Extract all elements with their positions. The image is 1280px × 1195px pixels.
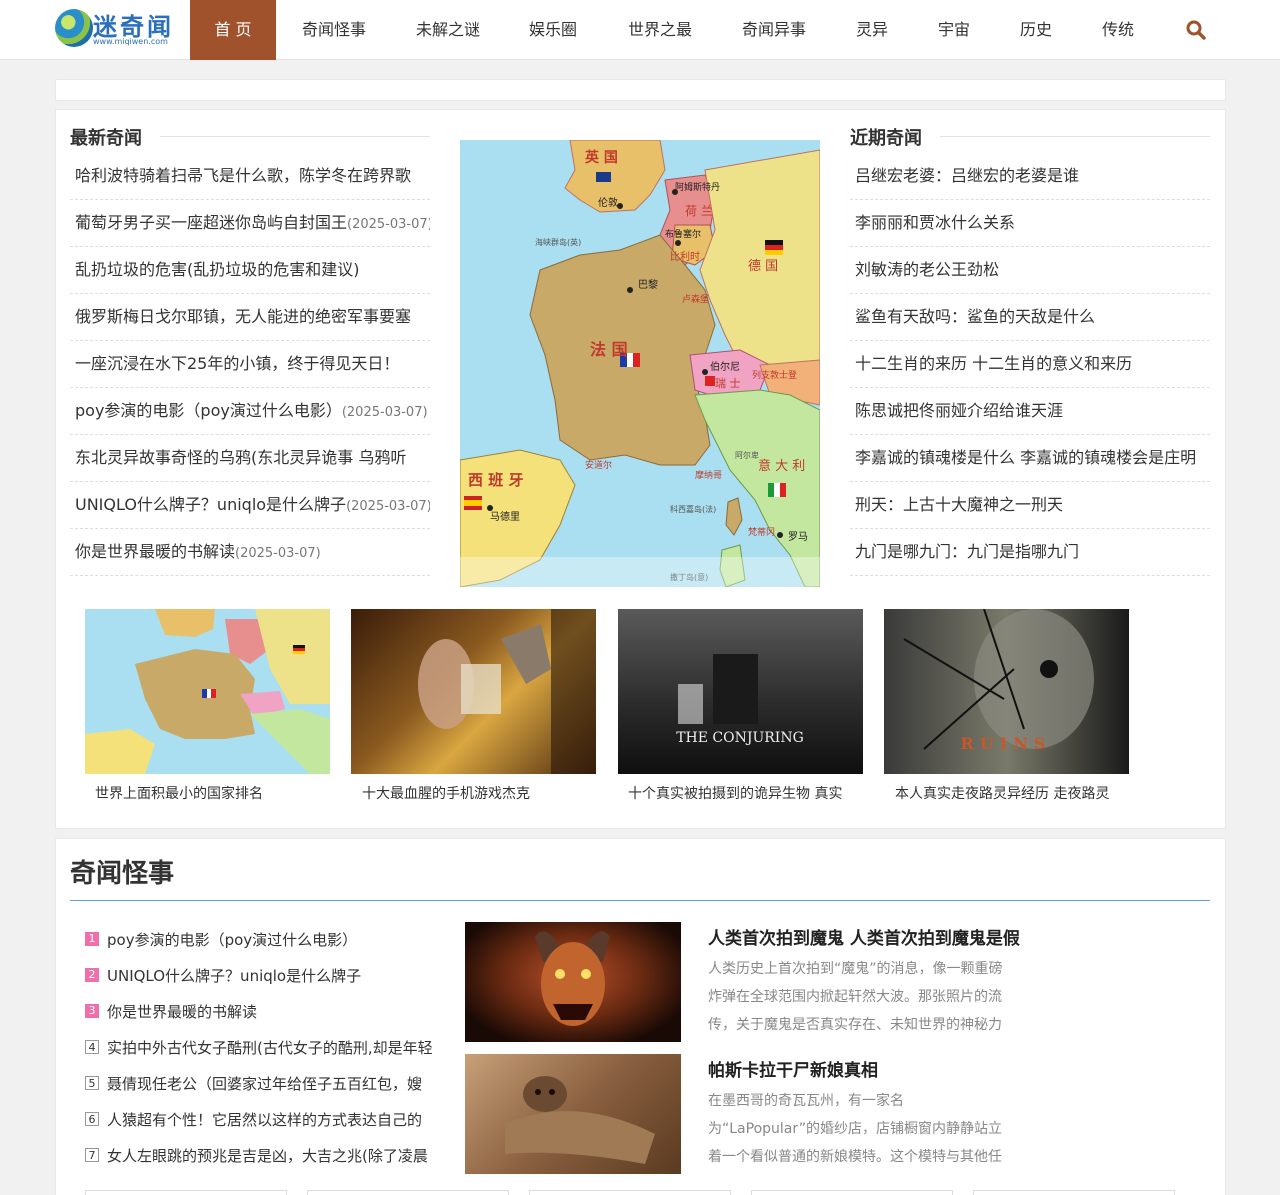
thumb-caption[interactable]: 世界上面积最小的国家排名 — [95, 783, 330, 803]
list-item[interactable]: 你是世界最暖的书解读(2025-03-07) — [70, 529, 430, 576]
map-label-es: 西 班 牙 — [468, 471, 523, 489]
map-label-li: 列支敦士登 — [752, 369, 797, 381]
list-item[interactable]: UNIQLO什么牌子？uniqlo是什么牌子(2025-03-07) — [70, 482, 430, 529]
list-item[interactable]: 刑天：上古十大魔神之一刑天 — [850, 482, 1210, 529]
notice-bar — [55, 79, 1226, 101]
thumb-ruins-image[interactable]: RUINS — [884, 609, 1129, 774]
map-label-fr: 法 国 — [590, 340, 628, 359]
list-item[interactable]: 哈利波特骑着扫帚飞是什么歌，陈学冬在跨界歌 — [70, 153, 430, 200]
list-item[interactable]: 一座沉浸在水下25年的小镇，终于得见天日！ — [70, 341, 430, 388]
map-label-lux: 卢森堡 — [682, 293, 709, 305]
latest-list: 哈利波特骑着扫帚飞是什么歌，陈学冬在跨界歌 葡萄牙男子买一座超迷你岛屿自封国王(… — [70, 153, 430, 576]
map-label-monaco: 摩纳哥 — [695, 469, 722, 481]
map-label-paris: 巴黎 — [638, 278, 658, 291]
map-label-brussels: 布鲁塞尔 — [665, 228, 701, 240]
thumb-caption[interactable]: 十大最血腥的手机游戏杰克 — [362, 783, 597, 803]
list-item[interactable]: 刘敏涛的老公王劲松 — [850, 247, 1210, 294]
article-desc: 在墨西哥的奇瓦瓦州，有一家名为“LaPopular”的婚纱店，店铺橱窗内静静站立… — [708, 1093, 1002, 1165]
nav-qiwenguaishi[interactable]: 奇闻怪事 — [286, 0, 382, 60]
list-item[interactable]: 东北灵异故事奇怪的乌鸦(东北灵异诡事 乌鸦听 — [70, 435, 430, 482]
rank-item[interactable]: 6 人猿超有个性！它居然以这样的方式表达自己的 — [85, 1102, 435, 1138]
rank-item[interactable]: 3 你是世界最暖的书解读 — [85, 994, 435, 1030]
bottom-card[interactable] — [307, 1190, 509, 1195]
nav-shijiezhizui[interactable]: 世界之最 — [612, 0, 708, 60]
map-label-andorra: 安道尔 — [585, 459, 612, 471]
map-label-corsica: 科西嘉岛(法) — [670, 504, 716, 514]
conjuring-title: THE CONJURING — [676, 730, 804, 746]
bottom-card[interactable] — [85, 1190, 287, 1195]
map-label-madrid: 马德里 — [490, 510, 520, 523]
map-label-it: 意 大 利 — [758, 458, 805, 474]
article-title[interactable]: 人类首次拍到魔鬼 人类首次拍到魔鬼是假 — [708, 924, 1020, 949]
site-header: 迷奇闻 www.miqiwen.com 首 页 奇闻怪事 未解之谜 娱乐圈 世界… — [0, 0, 1280, 60]
site-logo[interactable]: 迷奇闻 www.miqiwen.com — [55, 9, 180, 51]
latest-title: 最新奇闻 — [70, 128, 142, 149]
article-mummy-image[interactable] — [465, 1054, 681, 1174]
search-icon[interactable] — [1186, 20, 1206, 40]
category-divider — [70, 900, 1210, 901]
list-item[interactable]: 乱扔垃圾的危害(乱扔垃圾的危害和建议) — [70, 247, 430, 294]
map-label-sardinia: 撒丁岛(意) — [670, 572, 708, 582]
map-label-vatican: 梵蒂冈 — [748, 526, 775, 538]
nav-lishi[interactable]: 历史 — [1006, 0, 1066, 60]
thumb-horror-image[interactable] — [351, 609, 596, 774]
category-title[interactable]: 奇闻怪事 — [70, 853, 174, 890]
map-label-alps: 阿尔卑 — [735, 450, 759, 460]
featured-map-image[interactable]: 英 国 伦敦 阿姆斯特丹 荷 兰 布鲁塞尔 比利时 德 国 巴黎 卢森堡 法 国… — [460, 140, 820, 587]
nav-home[interactable]: 首 页 — [190, 0, 276, 60]
map-label-uk: 英 国 — [584, 149, 618, 166]
rank-item[interactable]: 1 poy参演的电影（poy演过什么电影） — [85, 922, 435, 958]
nav-yuzhou[interactable]: 宇宙 — [924, 0, 984, 60]
thumb-caption[interactable]: 本人真实走夜路灵异经历 走夜路灵 — [895, 783, 1130, 803]
list-item[interactable]: 鲨鱼有天敌吗：鲨鱼的天敌是什么 — [850, 294, 1210, 341]
article-demon-image[interactable] — [465, 922, 681, 1042]
nav-chuantong[interactable]: 传统 — [1088, 0, 1148, 60]
bottom-card[interactable] — [751, 1190, 953, 1195]
rank-list: 1 poy参演的电影（poy演过什么电影） 2 UNIQLO什么牌子？uniqlo是… — [85, 922, 435, 1174]
recent-title: 近期奇闻 — [850, 128, 922, 149]
list-item[interactable]: poy参演的电影（poy演过什么电影）(2025-03-07) — [70, 388, 430, 435]
thumb-caption[interactable]: 十个真实被拍摄到的诡异生物 真实 — [628, 783, 863, 803]
rank-item[interactable]: 7 女人左眼跳的预兆是吉是凶，大吉之兆(除了凌晨 — [85, 1138, 435, 1174]
list-item[interactable]: 葡萄牙男子买一座超迷你岛屿自封国王(2025-03-07) — [70, 200, 430, 247]
rank-item[interactable]: 2 UNIQLO什么牌子？uniqlo是什么牌子 — [85, 958, 435, 994]
nav-qiwenyishi[interactable]: 奇闻异事 — [726, 0, 822, 60]
list-item[interactable]: 九门是哪九门：九门是指哪九门 — [850, 529, 1210, 576]
list-item[interactable]: 吕继宏老婆：吕继宏的老婆是谁 — [850, 153, 1210, 200]
list-item[interactable]: 李丽丽和贾冰什么关系 — [850, 200, 1210, 247]
rank-item[interactable]: 4 实拍中外古代女子酷刑(古代女子的酷刑,却是年轻 — [85, 1030, 435, 1066]
map-label-de: 德 国 — [748, 259, 778, 274]
nav-weijiezhimi[interactable]: 未解之谜 — [400, 0, 496, 60]
rank-item[interactable]: 5 聂倩现任老公（回婆家过年给侄子五百红包，嫂 — [85, 1066, 435, 1102]
map-label-bern: 伯尔尼 — [710, 360, 740, 373]
ruins-title: RUINS — [961, 734, 1052, 753]
article-desc: 人类历史上首次拍到“魔鬼”的消息，像一颗重磅炸弹在全球范围内掀起轩然大波。那张照… — [708, 961, 1003, 1033]
map-label-be: 比利时 — [670, 251, 700, 263]
thumb-conjuring-image[interactable]: THE CONJURING — [618, 609, 863, 774]
article-title[interactable]: 帕斯卡拉干尸新娘真相 — [708, 1056, 878, 1081]
thumb-map-image[interactable] — [85, 609, 330, 774]
list-item[interactable]: 俄罗斯梅日戈尔耶镇，无人能进的绝密军事要塞 — [70, 294, 430, 341]
logo-url: www.miqiwen.com — [93, 37, 168, 46]
map-label-nl: 荷 兰 — [685, 204, 713, 218]
map-label-channel: 海峡群岛(英) — [535, 237, 581, 247]
list-item[interactable]: 十二生肖的来历 十二生肖的意义和来历 — [850, 341, 1210, 388]
nav-yulequan[interactable]: 娱乐圈 — [512, 0, 594, 60]
map-label-rome: 罗马 — [788, 531, 808, 543]
globe-icon — [55, 9, 93, 47]
map-label-london: 伦敦 — [598, 196, 618, 209]
bottom-card[interactable] — [973, 1190, 1175, 1195]
map-label-amsterdam: 阿姆斯特丹 — [675, 181, 720, 193]
map-label-ch: 瑞 士 — [715, 376, 741, 390]
latest-title-line — [160, 136, 430, 137]
list-item[interactable]: 李嘉诚的镇魂楼是什么 李嘉诚的镇魂楼会是庄明 — [850, 435, 1210, 482]
nav-lingyi[interactable]: 灵异 — [842, 0, 902, 60]
recent-title-line — [940, 136, 1210, 137]
recent-list: 吕继宏老婆：吕继宏的老婆是谁 李丽丽和贾冰什么关系 刘敏涛的老公王劲松 鲨鱼有天… — [850, 153, 1210, 576]
list-item[interactable]: 陈思诚把佟丽娅介绍给谁天涯 — [850, 388, 1210, 435]
bottom-card[interactable] — [529, 1190, 731, 1195]
